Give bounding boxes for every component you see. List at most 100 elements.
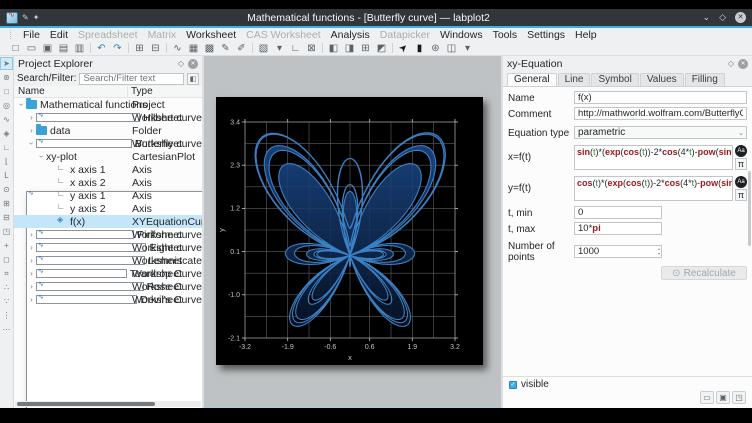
auto-scale-x-tool-icon[interactable]: ∵ bbox=[0, 295, 13, 308]
new-document-icon[interactable]: □ bbox=[8, 41, 23, 55]
crosshair-tool-icon[interactable]: ⊛ bbox=[0, 71, 13, 84]
auto-scale-tool-icon[interactable]: ∴ bbox=[0, 281, 13, 294]
print-icon[interactable]: ▤ bbox=[56, 41, 71, 55]
menu-item-help[interactable]: Help bbox=[570, 29, 602, 41]
panel-vertical-scrollbar[interactable] bbox=[748, 171, 751, 246]
expander-icon[interactable]: › bbox=[27, 139, 36, 148]
more-tools-icon[interactable]: ⋯ bbox=[0, 323, 13, 336]
menu-item-windows[interactable]: Windows bbox=[435, 29, 488, 41]
tab-line[interactable]: Line bbox=[558, 73, 591, 86]
new-workbook-icon[interactable]: ⊟ bbox=[148, 41, 163, 55]
print-preview-icon[interactable]: ▥ bbox=[72, 41, 87, 55]
layout-horizontal-icon[interactable]: ◨ bbox=[342, 41, 357, 55]
close-panel-icon[interactable]: ✕ bbox=[188, 59, 198, 69]
expander-icon[interactable]: › bbox=[27, 243, 36, 252]
redo-icon[interactable]: ↷ bbox=[110, 41, 125, 55]
menu-item-analysis[interactable]: Analysis bbox=[326, 29, 375, 41]
menu-item-settings[interactable]: Settings bbox=[522, 29, 570, 41]
axis-tool-icon[interactable]: ∟ bbox=[0, 141, 13, 154]
data-point-tool-icon[interactable]: ⊙ bbox=[0, 183, 13, 196]
undo-icon[interactable]: ↶ bbox=[94, 41, 109, 55]
menu-item-spreadsheet[interactable]: Spreadsheet bbox=[73, 29, 143, 41]
expander-icon[interactable]: › bbox=[27, 282, 36, 291]
menu-item-tools[interactable]: Tools bbox=[488, 29, 523, 41]
menubar-handle[interactable] bbox=[10, 30, 15, 39]
tree-row[interactable]: › Eight curve Worksheet bbox=[14, 241, 202, 254]
save-template-button[interactable]: ▣ bbox=[716, 391, 730, 404]
load-template-button[interactable]: ▭ bbox=[700, 391, 714, 404]
comment-input[interactable] bbox=[574, 107, 747, 120]
open-file-icon[interactable]: ▭ bbox=[24, 41, 39, 55]
zoom-tool-icon[interactable]: ◎ bbox=[0, 99, 13, 112]
expander-icon[interactable]: › bbox=[27, 126, 36, 135]
auto-scale-y-tool-icon[interactable]: ⋮ bbox=[0, 309, 13, 322]
new-folder-icon[interactable]: ⊞ bbox=[132, 41, 147, 55]
export-template-button[interactable]: ◳ bbox=[732, 391, 746, 404]
shift-tool-icon[interactable]: ◻ bbox=[0, 253, 13, 266]
points-input[interactable] bbox=[574, 245, 662, 258]
layout-grid-icon[interactable]: ⊞ bbox=[358, 41, 373, 55]
column-type[interactable]: Type bbox=[128, 86, 153, 97]
expander-icon[interactable]: › bbox=[17, 100, 26, 109]
zoom-region-tool-icon[interactable]: ◳ bbox=[0, 225, 13, 238]
new-datapicker-icon[interactable]: ✐ bbox=[234, 41, 249, 55]
expander-icon[interactable]: › bbox=[27, 113, 36, 122]
menu-item-file[interactable]: File bbox=[18, 29, 45, 41]
tree-row[interactable]: › Butterfly curve Worksheet bbox=[14, 137, 202, 150]
tree-row[interactable]: › Lemniscate Worksheet bbox=[14, 254, 202, 267]
expander-icon[interactable]: › bbox=[27, 230, 36, 239]
minimize-button[interactable]: ⌄ bbox=[703, 12, 711, 23]
tree-row[interactable]: y axis 2 Axis bbox=[14, 202, 202, 215]
more-dropdown-icon[interactable]: ▾ bbox=[460, 41, 475, 55]
float-panel-icon[interactable]: ◇ bbox=[728, 59, 734, 68]
tree-row[interactable]: › data Folder bbox=[14, 124, 202, 137]
tmin-input[interactable] bbox=[574, 206, 662, 219]
column-name[interactable]: Name bbox=[14, 86, 128, 97]
tab-general[interactable]: General bbox=[507, 73, 557, 86]
expander-icon[interactable]: › bbox=[27, 295, 36, 304]
insert-constant-button[interactable]: π bbox=[735, 189, 747, 201]
menu-item-edit[interactable]: Edit bbox=[45, 29, 73, 41]
tree-row[interactable]: › Devil's Curve Worksheet bbox=[14, 293, 202, 306]
name-input[interactable] bbox=[574, 91, 747, 104]
insert-constant-button[interactable]: π bbox=[735, 158, 747, 170]
tree-row[interactable]: › Piriform curve Worksheet bbox=[14, 228, 202, 241]
maximize-button[interactable]: ◇ bbox=[719, 12, 726, 23]
insert-function-button[interactable]: Aa bbox=[735, 176, 747, 188]
tools-icon[interactable]: ✦ bbox=[33, 13, 40, 22]
expander-icon[interactable]: › bbox=[27, 256, 36, 265]
worksheet-view[interactable]: -3.2-1.9-0.60.61.93.23.42.31.20.1-1.0-2.… bbox=[204, 56, 501, 408]
new-note-icon[interactable]: ✎ bbox=[218, 41, 233, 55]
x-equation-field[interactable]: sin(t)*(exp(cos(t))-2*cos(4*t)-pow(sin(t… bbox=[574, 145, 733, 170]
points-spinner[interactable]: ▴▾ bbox=[574, 245, 662, 258]
float-panel-icon[interactable]: ◇ bbox=[178, 59, 184, 68]
curve-tool-icon[interactable]: ∿ bbox=[0, 113, 13, 126]
y-equation-field[interactable]: cos(t)*(exp(cos(t))-2*cos(4*t)-pow(sin(t… bbox=[574, 176, 733, 201]
grid-tool-icon[interactable]: ⌗ bbox=[0, 267, 13, 280]
add-tool-icon[interactable]: + bbox=[0, 239, 13, 252]
toggle-view-icon[interactable]: ◫ bbox=[444, 41, 459, 55]
explorer-horizontal-scrollbar[interactable] bbox=[15, 401, 201, 407]
settings-gear-icon[interactable]: ⊛ bbox=[428, 41, 443, 55]
close-panel-icon[interactable]: ✕ bbox=[738, 59, 748, 69]
expander-icon[interactable]: › bbox=[37, 152, 46, 161]
butterfly-plot[interactable]: -3.2-1.9-0.60.61.93.23.42.31.20.1-1.0-2.… bbox=[216, 97, 483, 365]
tree-row[interactable]: f(x) XYEquationCurve bbox=[14, 215, 202, 228]
menu-item-worksheet[interactable]: Worksheet bbox=[181, 29, 241, 41]
recalculate-button[interactable]: ⊙ Recalculate bbox=[661, 266, 747, 280]
zoom-select-icon[interactable]: ▮ bbox=[412, 41, 427, 55]
tree-row[interactable]: x axis 2 Axis bbox=[14, 176, 202, 189]
new-matrix-icon[interactable]: ▩ bbox=[202, 41, 217, 55]
visible-checkbox[interactable]: ✓ bbox=[509, 381, 517, 389]
scrollbar-thumb[interactable] bbox=[17, 402, 155, 406]
tree-row[interactable]: y axis 1 Axis bbox=[14, 189, 202, 202]
menu-item-matrix[interactable]: Matrix bbox=[143, 29, 182, 41]
tree-row[interactable]: › Hilbert curve Worksheet bbox=[14, 111, 202, 124]
tree-column-header[interactable]: Name Type bbox=[14, 86, 202, 98]
zoom-fit-icon[interactable]: ⊠ bbox=[304, 41, 319, 55]
equation-type-select[interactable]: parametric ⌄ bbox=[574, 126, 747, 139]
annotate-icon[interactable]: ✎ bbox=[22, 13, 29, 22]
menu-item-cas-worksheet[interactable]: CAS Worksheet bbox=[241, 29, 326, 41]
new-worksheet-icon[interactable]: ∿ bbox=[170, 41, 185, 55]
new-spreadsheet-icon[interactable]: ▦ bbox=[186, 41, 201, 55]
